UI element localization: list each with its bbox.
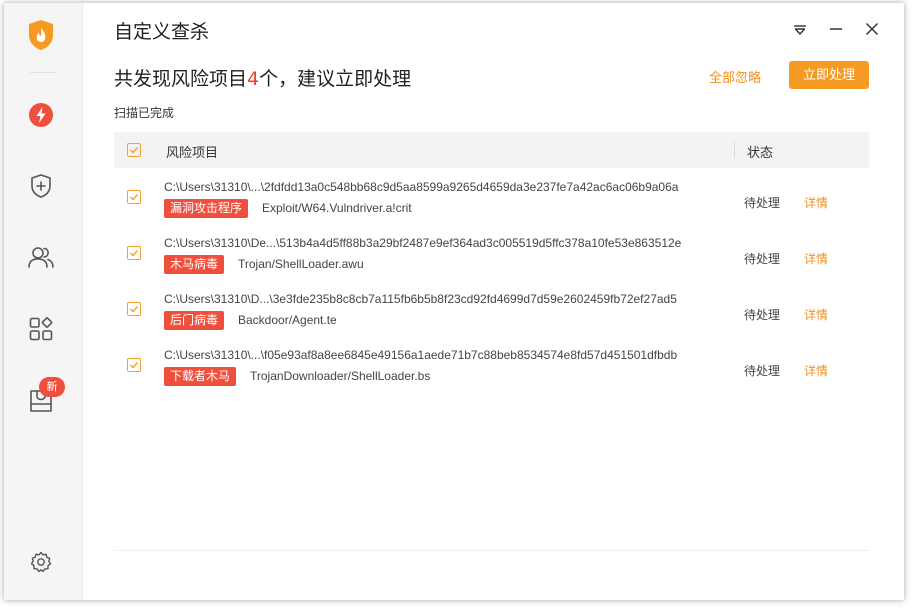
threat-category-tag: 后门病毒 <box>164 311 225 330</box>
row-checkbox[interactable] <box>127 246 141 260</box>
file-path: C:\Users\31310\De...\513b4a4d5ff88b3a29b… <box>164 236 682 250</box>
headline-prefix: 共发现风险项目 <box>114 68 248 90</box>
row-status: 待处理 <box>744 252 781 266</box>
main-window: 新 自定义查杀 共发现风险项目4个，建议立即处理 全部忽略 立即处理 扫描已完成… <box>4 3 904 600</box>
sidebar-item-apps[interactable] <box>23 313 59 349</box>
minimize-icon <box>829 21 843 40</box>
column-status: 状态 <box>747 146 774 161</box>
checkmark-icon <box>129 361 139 369</box>
table-header: 风险项目 状态 <box>114 132 869 168</box>
users-icon <box>27 244 55 274</box>
menu-dropdown-icon <box>793 21 807 40</box>
details-link[interactable]: 详情 <box>804 306 828 323</box>
checkmark-icon <box>129 305 139 313</box>
column-divider <box>734 142 735 158</box>
minimize-button[interactable] <box>825 19 847 41</box>
sidebar-item-protection[interactable] <box>23 170 59 206</box>
row-checkbox[interactable] <box>127 358 141 372</box>
row-status: 待处理 <box>744 196 781 210</box>
close-button[interactable] <box>861 19 883 41</box>
file-path: C:\Users\31310\...\2fdfdd13a0c548bb68c9d… <box>164 180 679 194</box>
details-link[interactable]: 详情 <box>804 194 828 211</box>
new-badge: 新 <box>39 377 65 397</box>
ignore-all-link[interactable]: 全部忽略 <box>709 67 761 86</box>
sidebar-item-users[interactable] <box>23 241 59 277</box>
file-path: C:\Users\31310\...\f05e93af8a8ee6845e491… <box>164 348 678 362</box>
risk-summary-headline: 共发现风险项目4个，建议立即处理 <box>114 64 411 91</box>
threat-name: TrojanDownloader/ShellLoader.bs <box>250 369 431 383</box>
risk-count: 4 <box>247 68 260 90</box>
close-icon <box>865 21 879 40</box>
apps-icon <box>28 316 54 346</box>
checkmark-icon <box>129 249 139 257</box>
row-checkbox[interactable] <box>127 302 141 316</box>
threat-category-tag: 下载者木马 <box>164 367 237 386</box>
scan-status-text: 扫描已完成 <box>114 106 175 120</box>
checkmark-icon <box>129 193 139 201</box>
shield-plus-icon <box>29 173 53 203</box>
table-row: C:\Users\31310\...\f05e93af8a8ee6845e491… <box>114 344 869 400</box>
sidebar-divider <box>30 72 56 73</box>
row-checkbox[interactable] <box>127 190 141 204</box>
file-path: C:\Users\31310\D...\3e3fde235b8c8cb7a115… <box>164 292 677 306</box>
flame-shield-logo-icon <box>23 17 59 53</box>
row-status: 待处理 <box>744 364 781 378</box>
threat-name: Backdoor/Agent.te <box>238 313 337 327</box>
threat-name: Exploit/W64.Vulndriver.a!crit <box>262 201 412 215</box>
footer-divider <box>114 550 869 551</box>
sidebar: 新 <box>4 3 83 600</box>
sidebar-item-lightning[interactable] <box>23 99 59 135</box>
checkmark-icon <box>129 146 139 154</box>
gear-icon <box>29 550 53 578</box>
details-link[interactable]: 详情 <box>804 362 828 379</box>
select-all-checkbox[interactable] <box>127 143 141 157</box>
window-title: 自定义查杀 <box>114 21 210 43</box>
threat-category-tag: 木马病毒 <box>164 255 225 274</box>
threat-name: Trojan/ShellLoader.awu <box>238 257 364 271</box>
table-row: C:\Users\31310\...\2fdfdd13a0c548bb68c9d… <box>114 176 869 232</box>
headline-suffix: 个，建议立即处理 <box>259 68 412 90</box>
lightning-icon <box>28 102 54 132</box>
table-row: C:\Users\31310\D...\3e3fde235b8c8cb7a115… <box>114 288 869 344</box>
details-link[interactable]: 详情 <box>804 250 828 267</box>
handle-now-button[interactable]: 立即处理 <box>789 61 869 89</box>
threat-category-tag: 漏洞攻击程序 <box>164 199 249 218</box>
table-row: C:\Users\31310\De...\513b4a4d5ff88b3a29b… <box>114 232 869 288</box>
row-status: 待处理 <box>744 308 781 322</box>
column-risk-item: 风险项目 <box>166 146 219 161</box>
menu-dropdown-button[interactable] <box>789 19 811 41</box>
settings-button[interactable] <box>23 546 59 582</box>
